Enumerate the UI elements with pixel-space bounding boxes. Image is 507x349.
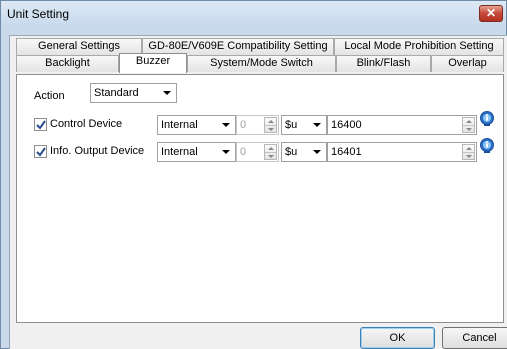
spinner-icon [264, 144, 277, 160]
chevron-down-icon [163, 91, 171, 95]
title-bar[interactable]: Unit Setting ✕ [1, 1, 506, 29]
close-icon: ✕ [485, 6, 497, 20]
info-output-port-value: 0 [240, 146, 247, 158]
action-select[interactable]: Standard [90, 83, 177, 103]
checkmark-icon [36, 120, 46, 130]
close-button[interactable]: ✕ [479, 5, 503, 22]
window-title: Unit Setting [7, 7, 70, 21]
control-device-port-stepper: 0 [236, 115, 279, 135]
action-select-value: Standard [94, 87, 139, 99]
info-output-memory-value: Internal [161, 146, 198, 158]
info-output-address-input[interactable]: 16401 [327, 142, 477, 162]
tab-overlap[interactable]: Overlap [431, 55, 504, 72]
info-output-device-label: Info. Output Device [50, 145, 145, 157]
control-device-checkbox[interactable] [34, 118, 47, 131]
buzzer-tab-panel: Action Standard Control Device Internal … [16, 74, 504, 323]
info-output-type-select[interactable]: $u [281, 142, 327, 162]
control-device-type-select[interactable]: $u [281, 115, 327, 135]
dialog-client-area: General Settings GD-80E/V609E Compatibil… [9, 35, 507, 349]
info-output-memory-select[interactable]: Internal [157, 142, 236, 162]
tab-blink-flash[interactable]: Blink/Flash [336, 55, 431, 72]
chevron-down-icon [222, 123, 230, 127]
control-device-memory-value: Internal [161, 119, 198, 131]
control-device-address-value: 16400 [331, 119, 362, 131]
spinner-icon[interactable] [462, 144, 475, 160]
unit-setting-dialog: Unit Setting ✕ General Settings GD-80E/V… [0, 0, 507, 349]
control-device-memory-select[interactable]: Internal [157, 115, 236, 135]
info-output-address-value: 16401 [331, 146, 362, 158]
info-icon[interactable] [479, 138, 495, 154]
tab-system-mode-switch[interactable]: System/Mode Switch [187, 55, 336, 72]
control-device-type-value: $u [285, 119, 298, 131]
control-device-port-value: 0 [240, 119, 247, 131]
action-label: Action [34, 90, 65, 102]
info-icon[interactable] [479, 111, 495, 127]
spinner-icon[interactable] [462, 117, 475, 133]
checkmark-icon [36, 147, 46, 157]
control-device-address-input[interactable]: 16400 [327, 115, 477, 135]
info-output-type-value: $u [285, 146, 298, 158]
chevron-down-icon [222, 150, 230, 154]
tab-buzzer[interactable]: Buzzer [119, 53, 187, 73]
ok-button[interactable]: OK [360, 327, 435, 349]
tab-local-mode-prohibition[interactable]: Local Mode Prohibition Setting [334, 38, 504, 55]
info-output-device-checkbox[interactable] [34, 145, 47, 158]
spinner-icon [264, 117, 277, 133]
chevron-down-icon [313, 150, 321, 154]
tab-backlight[interactable]: Backlight [16, 55, 119, 72]
control-device-label: Control Device [50, 118, 123, 130]
cancel-button[interactable]: Cancel [442, 327, 507, 349]
info-output-port-stepper: 0 [236, 142, 279, 162]
chevron-down-icon [313, 123, 321, 127]
